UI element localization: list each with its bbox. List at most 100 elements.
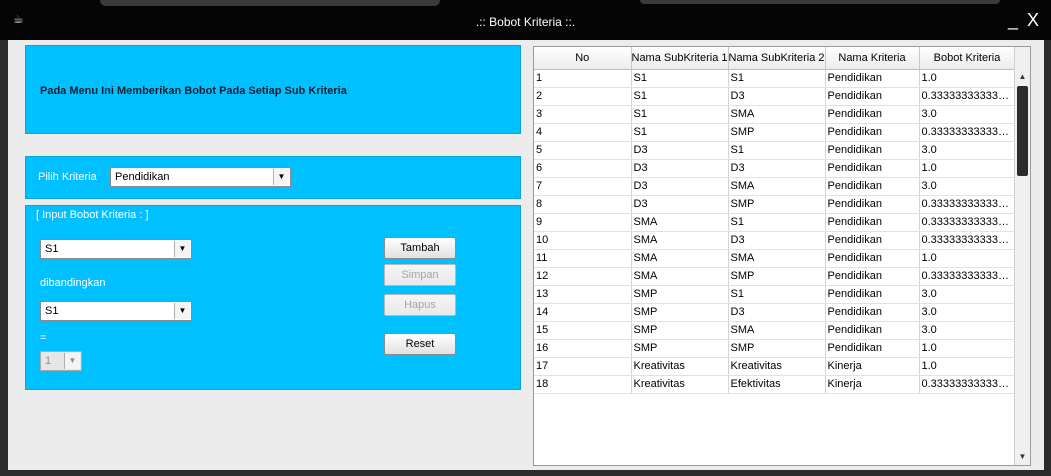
kriteria-select[interactable]: Pendidikan ▼ <box>110 167 291 187</box>
subkriteria-1-value: S1 <box>45 243 59 255</box>
table-cell: SMA <box>631 213 729 232</box>
table-cell: Pendidikan <box>825 105 920 124</box>
column-header-kriteria[interactable]: Nama Kriteria <box>825 47 920 70</box>
table-cell: SMA <box>631 267 729 286</box>
table-cell: SMP <box>631 339 729 358</box>
table-cell: Pendidikan <box>825 141 920 160</box>
bobot-table-container[interactable]: No Nama SubKriteria 1 Nama SubKriteria 2… <box>533 46 1031 466</box>
table-row[interactable]: 14 SMP D3 Pendidikan 3.0 <box>534 303 1016 322</box>
table-row[interactable]: 9 SMA S1 Pendidikan 0.3333333333333... <box>534 213 1016 232</box>
table-cell: Pendidikan <box>825 87 920 106</box>
table-cell: Pendidikan <box>825 213 920 232</box>
subkriteria-2-select[interactable]: S1 ▼ <box>40 301 192 321</box>
table-row[interactable]: 18 Kreativitas Efektivitas Kinerja 0.3333333… <box>534 375 1016 394</box>
table-cell: 0.3333333333333... <box>919 195 1016 214</box>
table-row[interactable]: 11 SMA SMA Pendidikan 1.0 <box>534 249 1016 268</box>
table-header-row: No Nama SubKriteria 1 Nama SubKriteria 2… <box>534 47 1016 70</box>
table-cell: 8 <box>534 195 632 214</box>
table-cell: S1 <box>631 123 729 142</box>
pilih-kriteria-label: Pilih Kriteria <box>38 171 97 183</box>
table-row[interactable]: 2 S1 D3 Pendidikan 0.3333333333333... <box>534 87 1016 106</box>
table-cell: SMP <box>631 285 729 304</box>
table-cell: S1 <box>631 87 729 106</box>
table-cell: D3 <box>631 159 729 178</box>
reset-button[interactable]: Reset <box>384 333 456 355</box>
table-cell: 3.0 <box>919 321 1016 340</box>
table-row[interactable]: 12 SMA SMP Pendidikan 0.3333333333333... <box>534 267 1016 286</box>
table-cell: Efektivitas <box>728 375 826 394</box>
table-cell: Pendidikan <box>825 267 920 286</box>
table-cell: 1 <box>534 69 632 88</box>
bobot-value-select[interactable]: 1 ▼ <box>40 351 82 371</box>
table-cell: 10 <box>534 231 632 250</box>
table-row[interactable]: 13 SMP S1 Pendidikan 3.0 <box>534 285 1016 304</box>
table-row[interactable]: 7 D3 SMA Pendidikan 3.0 <box>534 177 1016 196</box>
table-row[interactable]: 5 D3 S1 Pendidikan 3.0 <box>534 141 1016 160</box>
scrollbar-thumb[interactable] <box>1017 86 1028 176</box>
hapus-button[interactable]: Hapus <box>384 294 456 316</box>
table-row[interactable]: 4 S1 SMP Pendidikan 0.3333333333333... <box>534 123 1016 142</box>
subkriteria-2-value: S1 <box>45 305 59 317</box>
table-cell: 7 <box>534 177 632 196</box>
table-body: 1 S1 S1 Pendidikan 1.0 2 S1 D3 Pendidikan 0.3333… <box>534 69 1016 394</box>
table-cell: SMP <box>728 195 826 214</box>
scroll-down-icon[interactable]: ▼ <box>1015 449 1030 465</box>
table-cell: 3 <box>534 105 632 124</box>
table-cell: S1 <box>631 69 729 88</box>
table-cell: S1 <box>728 285 826 304</box>
column-header-no[interactable]: No <box>534 47 632 70</box>
table-cell: Pendidikan <box>825 159 920 178</box>
table-row[interactable]: 1 S1 S1 Pendidikan 1.0 <box>534 69 1016 88</box>
title-bar-decoration <box>640 0 1000 4</box>
table-cell: S1 <box>631 105 729 124</box>
table-row[interactable]: 16 SMP SMP Pendidikan 1.0 <box>534 339 1016 358</box>
chevron-down-icon[interactable]: ▼ <box>174 241 190 257</box>
chevron-down-icon[interactable]: ▼ <box>64 353 80 369</box>
table-cell: D3 <box>631 195 729 214</box>
table-cell: 6 <box>534 159 632 178</box>
column-header-subkriteria-2[interactable]: Nama SubKriteria 2 <box>728 47 826 70</box>
table-row[interactable]: 17 Kreativitas Kreativitas Kinerja 1.0 <box>534 357 1016 376</box>
column-header-subkriteria-1[interactable]: Nama SubKriteria 1 <box>631 47 729 70</box>
window-title: .:: Bobot Kriteria ::. <box>475 15 576 29</box>
table-cell: 15 <box>534 321 632 340</box>
table-cell: 11 <box>534 249 632 268</box>
tambah-button[interactable]: Tambah <box>384 237 456 259</box>
table-row[interactable]: 10 SMA D3 Pendidikan 0.3333333333333... <box>534 231 1016 250</box>
table-row[interactable]: 3 S1 SMA Pendidikan 3.0 <box>534 105 1016 124</box>
table-cell: SMA <box>631 249 729 268</box>
table-cell: SMP <box>728 267 826 286</box>
subkriteria-1-select[interactable]: S1 ▼ <box>40 239 192 259</box>
simpan-button[interactable]: Simpan <box>384 264 456 286</box>
table-vertical-scrollbar[interactable]: ▲ ▼ <box>1014 47 1030 465</box>
table-cell: 1.0 <box>919 249 1016 268</box>
kriteria-select-value: Pendidikan <box>115 171 170 183</box>
table-row[interactable]: 8 D3 SMP Pendidikan 0.3333333333333... <box>534 195 1016 214</box>
table-row[interactable]: 6 D3 D3 Pendidikan 1.0 <box>534 159 1016 178</box>
table-cell: Kreativitas <box>631 375 729 394</box>
table-cell: SMA <box>728 105 826 124</box>
table-cell: Kreativitas <box>728 357 826 376</box>
scroll-up-icon[interactable]: ▲ <box>1015 69 1030 85</box>
table-row[interactable]: 15 SMP SMA Pendidikan 3.0 <box>534 321 1016 340</box>
table-cell: Pendidikan <box>825 123 920 142</box>
table-cell: Kinerja <box>825 357 920 376</box>
table-cell: 1.0 <box>919 159 1016 178</box>
table-cell: 0.3333333333333... <box>919 231 1016 250</box>
window-controls[interactable]: _ X <box>1008 10 1041 31</box>
table-cell: SMA <box>631 231 729 250</box>
table-cell: SMP <box>631 303 729 322</box>
table-cell: 0.3333333333333... <box>919 267 1016 286</box>
table-cell: SMA <box>728 177 826 196</box>
chevron-down-icon[interactable]: ▼ <box>174 303 190 319</box>
table-cell: S1 <box>728 69 826 88</box>
table-cell: Pendidikan <box>825 303 920 322</box>
table-cell: 13 <box>534 285 632 304</box>
equals-label: = <box>40 332 47 344</box>
table-cell: Pendidikan <box>825 195 920 214</box>
column-header-bobot[interactable]: Bobot Kriteria <box>919 47 1016 70</box>
table-cell: Pendidikan <box>825 69 920 88</box>
table-cell: 0.3333333333333... <box>919 87 1016 106</box>
chevron-down-icon[interactable]: ▼ <box>273 169 289 185</box>
table-cell: 0.3333333333333... <box>919 375 1016 394</box>
